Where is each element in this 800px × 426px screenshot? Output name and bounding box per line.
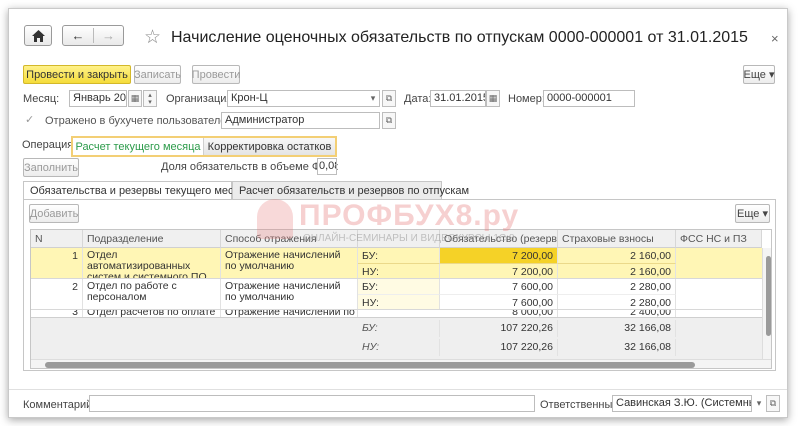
date-field[interactable]: 31.01.2015 [430,90,486,107]
footer-divider [9,389,787,390]
responsible-chevron-down-icon[interactable]: ▾ [752,395,766,412]
responsible-field[interactable]: Савинская З.Ю. (Системный п [612,395,752,412]
horizontal-scrollbar[interactable] [31,359,771,368]
row-dept: Отдел расчетов по оплате [83,310,221,317]
tab-vacation-calc[interactable]: Расчет обязательств и резервов по отпуск… [232,181,469,199]
add-button[interactable]: Добавить [29,204,79,223]
org-label: Организация: [166,93,236,105]
reflected-label: Отражено в бухучете пользователем [45,115,234,127]
row-bu-obligation[interactable]: 7 200,00 [440,248,558,263]
row-dept: Отдел по работе с персоналом [83,279,221,309]
row-method: Отражение начислений по [221,310,358,317]
fill-button[interactable]: Заполнить [23,158,79,177]
forward-arrow-icon[interactable]: → [93,28,123,43]
operation-label: Операция: [22,139,77,151]
chevron-down-icon[interactable]: ▾ [366,90,380,107]
col-type [358,230,440,248]
open-user-icon[interactable]: ⧉ [382,112,396,129]
row-bu-insurance[interactable]: 2 280,00 [558,279,676,294]
back-forward-group: ← → [62,25,124,46]
row-nu-obligation[interactable]: 7 600,00 [440,294,558,309]
row-bu-label: БУ: [358,279,440,294]
save-button[interactable]: Записать [134,65,181,84]
operation-switch: Расчет текущего месяца Корректировка ост… [71,136,337,157]
row-nu-obligation[interactable]: 7 200,00 [440,263,558,278]
close-icon[interactable]: × [771,31,779,46]
page-title: Начисление оценочных обязательств по отп… [171,29,748,46]
tab-obligations[interactable]: Обязательства и резервы текущего месяца [23,181,252,199]
row-nu-insurance[interactable]: 2 160,00 [558,263,676,278]
share-label: Доля обязательств в объеме ФОТ: [161,161,339,173]
more-button[interactable]: Еще ▾ [743,65,775,84]
favorite-star-icon[interactable]: ☆ [144,26,161,49]
col-fss[interactable]: ФСС НС и ПЗ [676,230,762,248]
date-label: Дата: [404,93,432,105]
op-correction[interactable]: Корректировка остатков [203,138,335,155]
home-icon [31,29,45,42]
row-method: Отражение начислений по умолчанию [221,248,358,278]
total-nu-obligation: 107 220,26 [440,339,558,356]
total-bu-obligation: 107 220,26 [440,320,558,337]
row-dept: Отдел автоматизированных систем и систем… [83,248,221,278]
row-nu-insurance[interactable]: 2 280,00 [558,294,676,309]
total-nu-insurance: 32 166,08 [558,339,676,356]
checkmark-icon[interactable]: ✓ [25,113,34,126]
row-nu-label: НУ: [358,294,440,309]
document-window: ← → ☆ Начисление оценочных обязательств … [8,8,788,418]
open-responsible-icon[interactable]: ⧉ [766,395,780,412]
total-nu-label: НУ: [358,339,440,356]
obligations-table: N Подразделение Способ отражения Обязате… [30,229,772,369]
table-more-button[interactable]: Еще ▾ [735,204,770,223]
number-field[interactable]: 0000-000001 [543,90,635,107]
col-method[interactable]: Способ отражения [221,230,358,248]
row-bu-obligation[interactable]: 8 000,00 [440,310,558,317]
row-n: 2 [31,279,83,309]
responsible-label: Ответственный: [540,399,622,411]
user-field[interactable]: Администратор [221,112,380,129]
vertical-scrollbar[interactable] [762,248,771,359]
back-arrow-icon[interactable]: ← [63,28,93,43]
row-method: Отражение начислений по умолчанию [221,279,358,309]
date-calendar-icon[interactable]: ▦ [486,90,500,107]
row-bu-label: БУ: [358,248,440,263]
col-obligation[interactable]: Обязательство (резерв) [440,230,558,248]
open-org-icon[interactable]: ⧉ [382,90,396,107]
org-field[interactable]: Крон-Ц [227,90,380,107]
col-insurance[interactable]: Страховые взносы [558,230,676,248]
calendar-icon[interactable]: ▦ [128,90,142,107]
comment-field[interactable] [89,395,535,412]
post-button[interactable]: Провести [192,65,240,84]
col-dept[interactable]: Подразделение [83,230,221,248]
row-n: 3 [31,310,83,317]
comment-label: Комментарий: [23,399,96,411]
row-nu-label: НУ: [358,263,440,278]
col-n[interactable]: N [31,230,83,248]
month-label: Месяц: [23,93,60,105]
month-field[interactable]: Январь 2015 [69,90,127,107]
home-button[interactable] [24,25,52,46]
row-bu-obligation[interactable]: 7 600,00 [440,279,558,294]
total-bu-insurance: 32 166,08 [558,320,676,337]
month-stepper[interactable]: ▴ ▾ [143,90,157,107]
row-bu-insurance[interactable]: 2 400,00 [558,310,676,317]
number-label: Номер: [508,93,545,105]
op-current-month[interactable]: Расчет текущего месяца [73,138,203,155]
row-bu-insurance[interactable]: 2 160,00 [558,248,676,263]
row-n: 1 [31,248,83,278]
share-field[interactable]: 0,08 [317,158,337,175]
total-bu-label: БУ: [358,320,440,337]
post-and-close-button[interactable]: Провести и закрыть [23,65,131,84]
